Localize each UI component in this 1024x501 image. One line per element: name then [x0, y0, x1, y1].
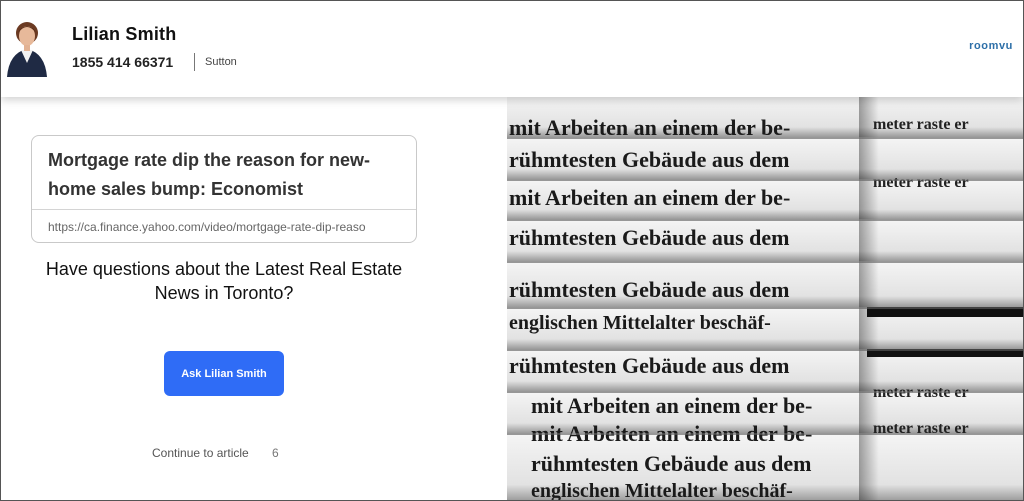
cta-question: Have questions about the Latest Real Est… [45, 259, 403, 303]
continue-to-article-link[interactable]: Continue to article [152, 446, 249, 460]
agent-name: Lilian Smith [72, 24, 177, 44]
header-bar: Lilian Smith 1855 414 66371 Sutton roomv… [1, 1, 1023, 97]
agent-phone[interactable]: 1855 414 66371 [72, 54, 173, 70]
newspaper-text-line: rühmtesten Gebäude aus dem [509, 277, 790, 302]
brand-logo[interactable]: roomvu [969, 40, 1013, 52]
page: Lilian Smith 1855 414 66371 Sutton roomv… [0, 0, 1024, 501]
header-divider [194, 53, 195, 71]
brokerage-name: Sutton [205, 56, 237, 68]
newspaper-text-line: rühmtesten Gebäude aus dem [509, 147, 790, 172]
article-title: Mortgage rate dip the reason for new-hom… [48, 150, 371, 199]
newspaper-stack-graphic: mit Arbeiten an einem der be- rühmtesten… [507, 97, 1023, 501]
article-preview-card[interactable]: Mortgage rate dip the reason for new-hom… [31, 135, 417, 243]
ask-agent-button[interactable]: Ask Lilian Smith [164, 351, 284, 396]
newspaper-text-line: mit Arbeiten an einem der be- [509, 185, 790, 210]
newspaper-text-line: rühmtesten Gebäude aus dem [509, 353, 790, 378]
newspaper-text-line: rühmtesten Gebäude aus dem [509, 225, 790, 250]
countdown-timer: 6 [272, 446, 279, 460]
newspaper-image: mit Arbeiten an einem der be- rühmtesten… [507, 97, 1023, 501]
newspaper-text-line: meter raste er [873, 116, 969, 133]
article-url: https://ca.finance.yahoo.com/video/mortg… [48, 220, 366, 234]
left-panel: Mortgage rate dip the reason for new-hom… [1, 97, 507, 500]
card-divider [32, 209, 416, 210]
newspaper-text-line: meter raste er [873, 174, 969, 191]
agent-avatar [7, 22, 47, 77]
newspaper-text-line: mit Arbeiten an einem der be- [531, 393, 812, 418]
newspaper-text-line: mit Arbeiten an einem der be- [509, 115, 790, 140]
newspaper-text-line: rühmtesten Gebäude aus dem [531, 451, 812, 476]
newspaper-text-line: englischen Mittelalter beschäf- [509, 312, 771, 334]
newspaper-text-line: englischen Mittelalter beschäf- [531, 480, 793, 501]
